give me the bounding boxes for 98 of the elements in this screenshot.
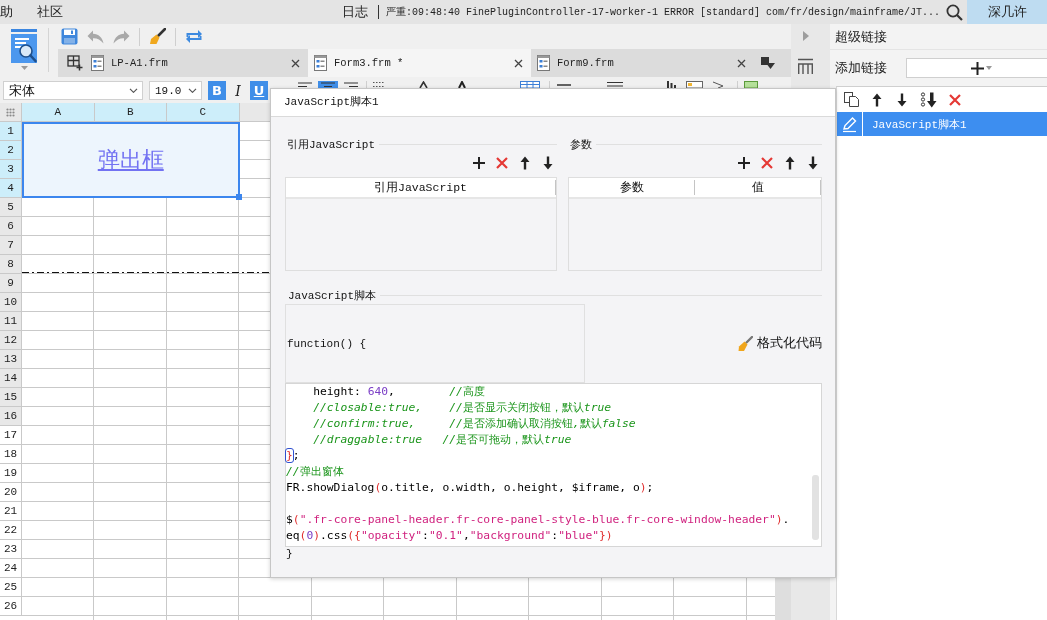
- user-menu[interactable]: 深几许: [967, 0, 1047, 24]
- chevron-down-icon[interactable]: [188, 88, 197, 93]
- hyperlink-text[interactable]: 弹出框: [97, 145, 164, 175]
- add-icon[interactable]: [472, 156, 486, 170]
- section-title: JavaScript脚本: [287, 288, 377, 303]
- save-icon[interactable]: [61, 28, 78, 45]
- brush-icon[interactable]: [149, 28, 166, 45]
- lines-icon[interactable]: [607, 81, 623, 88]
- row-header[interactable]: 8: [0, 255, 22, 274]
- function-header: function() {: [285, 304, 585, 383]
- column-header[interactable]: A: [22, 103, 95, 122]
- table-icon[interactable]: [797, 58, 814, 75]
- document-icon: [90, 55, 105, 71]
- row-header[interactable]: 13: [0, 350, 22, 369]
- row-header[interactable]: 16: [0, 407, 22, 426]
- document-icon: [536, 55, 551, 71]
- line-icon[interactable]: [557, 81, 571, 88]
- italic-button[interactable]: I: [229, 81, 247, 100]
- menu-item[interactable]: 助: [0, 3, 13, 21]
- close-icon[interactable]: [737, 58, 746, 68]
- section-title: 引用JavaScript: [286, 137, 376, 152]
- search-icon[interactable]: [946, 3, 963, 21]
- font-select[interactable]: 宋体: [3, 81, 143, 100]
- delete-icon[interactable]: [495, 156, 509, 170]
- code-line: //弹出窗体: [286, 464, 344, 480]
- row-header[interactable]: 15: [0, 388, 22, 407]
- arrow-down-icon[interactable]: [543, 156, 553, 170]
- font-icon[interactable]: [458, 81, 466, 88]
- image-icon[interactable]: [686, 81, 703, 88]
- arrow-down-icon[interactable]: [897, 92, 907, 107]
- dropdown-icon[interactable]: [761, 56, 775, 70]
- code-line: height: 640, //高度: [313, 384, 485, 400]
- log-label[interactable]: 日志: [341, 3, 368, 21]
- document-search-icon[interactable]: [11, 29, 37, 63]
- tab[interactable]: Form3.frm *: [308, 49, 531, 77]
- align-center-icon[interactable]: [318, 81, 338, 88]
- caret-icon: [985, 66, 992, 70]
- code-line: FR.showDialog(o.title, o.width, o.height, $iframe, o);: [286, 480, 654, 496]
- row-header[interactable]: 7: [0, 236, 22, 255]
- row-header[interactable]: 5: [0, 198, 22, 217]
- delete-icon[interactable]: [948, 92, 962, 107]
- document-icon: [313, 55, 328, 71]
- column-header[interactable]: C: [167, 103, 240, 122]
- column-header[interactable]: 值: [695, 180, 821, 195]
- log-message: 严重:09:48:40 FinePluginController-17-worker-1 ERROR [standard] com/fr/design/mainframe/JT...: [385, 5, 940, 19]
- code-line: }: [286, 548, 293, 560]
- brush-icon: [737, 335, 753, 352]
- row-header[interactable]: 12: [0, 331, 22, 350]
- row-header[interactable]: 10: [0, 293, 22, 312]
- arrow-up-icon[interactable]: [785, 156, 795, 170]
- code-line: $(".fr-core-panel-header.fr-core-panel-style-blue.fr-core-window-header").: [286, 512, 790, 528]
- move-bottom-icon[interactable]: [920, 91, 937, 108]
- row-header[interactable]: 3: [0, 160, 22, 179]
- row-header[interactable]: 11: [0, 312, 22, 331]
- row-header[interactable]: 4: [0, 179, 22, 198]
- handle-icon[interactable]: [235, 194, 242, 200]
- format-code-button[interactable]: 格式化代码: [735, 335, 822, 352]
- code-line: eq(0).css({"opacity":"0.1","background":"blue"}): [286, 528, 613, 544]
- tab[interactable]: LP-A1.frm: [85, 49, 308, 77]
- close-icon[interactable]: [514, 58, 523, 68]
- swap-arrows-icon[interactable]: [185, 29, 203, 44]
- font-size-select[interactable]: 19.0: [149, 81, 202, 100]
- delete-icon[interactable]: [760, 156, 774, 170]
- row-header[interactable]: 9: [0, 274, 22, 293]
- copy-icon[interactable]: [843, 91, 860, 108]
- column-header[interactable]: 参数: [569, 180, 695, 195]
- row-header[interactable]: 6: [0, 217, 22, 236]
- menu-item[interactable]: 社区: [37, 3, 63, 21]
- arrow-up-icon[interactable]: [520, 156, 530, 170]
- section-title: 参数: [569, 137, 593, 152]
- code-line: };: [286, 448, 300, 464]
- pencil-icon[interactable]: [837, 112, 862, 136]
- close-icon[interactable]: [291, 58, 300, 68]
- add-link-dropdown[interactable]: [906, 58, 1047, 78]
- add-link-label: 添加链接: [835, 59, 887, 77]
- arrow-up-icon[interactable]: [872, 92, 882, 107]
- chevron-down-icon[interactable]: [129, 88, 138, 93]
- scrollbar-thumb[interactable]: [812, 475, 819, 540]
- merged-cell[interactable]: 弹出框: [22, 122, 240, 198]
- tab[interactable]: Form9.frm: [531, 49, 754, 77]
- bar-chart-icon[interactable]: [667, 81, 676, 88]
- grid-plus-icon[interactable]: [67, 55, 83, 71]
- pointer-icon[interactable]: [712, 81, 724, 88]
- text-icon[interactable]: [417, 81, 430, 88]
- code-line: //closable:true, //是否显示关闭按钮，默认true: [313, 400, 612, 416]
- dots-grid-icon: [6, 107, 15, 117]
- dotted-border-icon[interactable]: [373, 81, 385, 88]
- add-icon[interactable]: [737, 156, 751, 170]
- row-header[interactable]: 2: [0, 141, 22, 160]
- arrow-down-icon[interactable]: [808, 156, 818, 170]
- code-editor[interactable]: [285, 383, 822, 547]
- row-header[interactable]: 1: [0, 122, 22, 141]
- code-line: //confirm:true, //是否添加确认取消按钮,默认false: [313, 416, 636, 432]
- panel-title: 超级链接: [830, 24, 1047, 50]
- add-icon: [970, 61, 984, 75]
- row-header[interactable]: 14: [0, 369, 22, 388]
- column-header[interactable]: B: [94, 103, 167, 122]
- code-line: //draggable:true //是否可拖动，默认true: [313, 432, 572, 448]
